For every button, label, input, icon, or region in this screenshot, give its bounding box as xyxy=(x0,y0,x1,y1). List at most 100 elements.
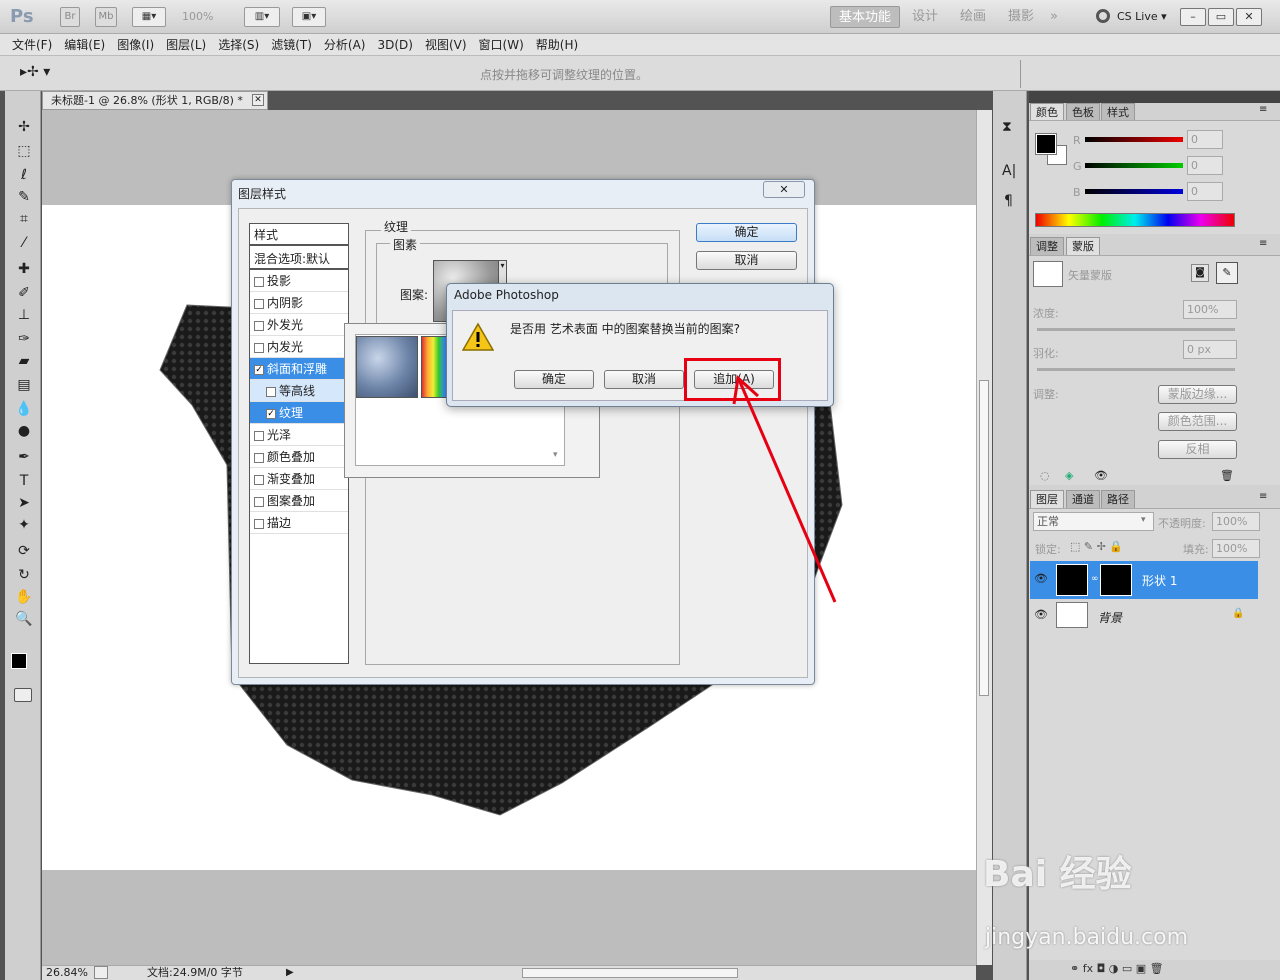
launch-bridge-button[interactable]: Br xyxy=(60,7,80,27)
tab-masks[interactable]: 蒙版 xyxy=(1066,237,1100,255)
marquee-tool-icon[interactable]: ⬚ xyxy=(14,141,34,161)
history-panel-icon[interactable]: ⧗ xyxy=(1002,119,1012,135)
menu-image[interactable]: 图像(I) xyxy=(111,34,160,56)
style-pattern-overlay[interactable]: 图案叠加 xyxy=(250,490,348,512)
paragraph-panel-icon[interactable]: ¶ xyxy=(1004,193,1013,209)
blur-tool-icon[interactable]: 💧 xyxy=(14,399,34,419)
pixel-mask-icon[interactable]: ◙ xyxy=(1191,264,1209,282)
delete-mask-icon[interactable]: 🗑 xyxy=(1220,469,1234,482)
styles-header[interactable]: 样式 xyxy=(250,224,348,246)
menu-file[interactable]: 文件(F) xyxy=(6,34,58,56)
workspace-photography[interactable]: 摄影 xyxy=(1008,6,1034,28)
g-value[interactable]: 0 xyxy=(1187,156,1223,175)
foreground-color-swatch[interactable] xyxy=(11,653,27,669)
layer-name[interactable]: 形状 1 xyxy=(1142,572,1177,589)
quick-mask-icon[interactable] xyxy=(14,688,32,702)
blending-options-item[interactable]: 混合选项:默认 xyxy=(250,248,348,270)
menu-help[interactable]: 帮助(H) xyxy=(530,34,584,56)
workspace-design[interactable]: 设计 xyxy=(912,6,938,28)
menu-analysis[interactable]: 分析(A) xyxy=(318,34,372,56)
custom-shape-tool-icon[interactable]: ✦ xyxy=(14,515,34,535)
checkbox[interactable] xyxy=(254,298,264,309)
more-workspaces-button[interactable]: » xyxy=(1050,6,1058,28)
checkbox[interactable] xyxy=(254,496,264,507)
zoom-level-combo[interactable]: 100% xyxy=(182,10,213,23)
style-texture[interactable]: ✓ 纹理 xyxy=(250,402,348,424)
menu-3d[interactable]: 3D(D) xyxy=(371,34,418,56)
pen-tool-icon[interactable]: ✒ xyxy=(14,447,34,467)
alert-cancel-button[interactable]: 取消 xyxy=(604,370,684,389)
checkbox[interactable] xyxy=(266,386,276,397)
menu-filter[interactable]: 滤镜(T) xyxy=(265,34,318,56)
checkbox-checked[interactable]: ✓ xyxy=(266,408,276,419)
healing-brush-tool-icon[interactable]: ✚ xyxy=(14,259,34,279)
workspace-painting[interactable]: 绘画 xyxy=(960,6,986,28)
layer-row-shape1[interactable]: 👁 ∞ 形状 1 xyxy=(1030,561,1258,599)
checkbox-checked[interactable]: ✓ xyxy=(254,364,264,375)
checkbox[interactable] xyxy=(254,452,264,463)
g-slider[interactable] xyxy=(1085,163,1183,168)
lock-icons[interactable]: ⬚ ✎ ✢ 🔒 xyxy=(1070,540,1123,553)
visibility-eye-icon[interactable]: 👁 xyxy=(1034,608,1048,621)
lasso-tool-icon[interactable]: ℓ xyxy=(14,165,34,185)
picker-scroll-down-icon[interactable]: ▾ xyxy=(553,450,558,460)
dodge-tool-icon[interactable]: ● xyxy=(14,421,34,441)
minimize-button[interactable]: – xyxy=(1180,8,1206,26)
close-document-icon[interactable]: ✕ xyxy=(252,94,264,106)
layer-style-close-button[interactable]: ✕ xyxy=(763,181,805,198)
checkbox[interactable] xyxy=(254,518,264,529)
layers-footer-icons[interactable]: ⚭ fx ◘ ◑ ▭ ▣ 🗑 xyxy=(1070,962,1164,975)
pattern-bubbles-thumb[interactable] xyxy=(356,336,418,398)
menu-edit[interactable]: 编辑(E) xyxy=(58,34,111,56)
layer-row-background[interactable]: 👁 背景 🔒 xyxy=(1030,599,1258,637)
tab-color[interactable]: 颜色 xyxy=(1030,103,1064,121)
checkbox[interactable] xyxy=(254,276,264,287)
move-tool-icon[interactable]: ✢ xyxy=(14,117,34,137)
style-inner-shadow[interactable]: 内阴影 xyxy=(250,292,348,314)
b-value[interactable]: 0 xyxy=(1187,182,1223,201)
character-panel-icon[interactable]: A| xyxy=(1002,163,1016,179)
menu-layer[interactable]: 图层(L) xyxy=(160,34,212,56)
layer-style-cancel-button[interactable]: 取消 xyxy=(696,251,797,270)
view-extras-button[interactable]: ▦▾ xyxy=(132,7,166,27)
style-bevel-emboss[interactable]: ✓ 斜面和浮雕 xyxy=(250,358,348,380)
cs-live-menu[interactable]: CS Live ▾ xyxy=(1117,10,1167,23)
move-tool-preset-picker[interactable]: ▸✢ ▾ xyxy=(20,64,50,80)
layer-name[interactable]: 背景 xyxy=(1098,609,1122,626)
opacity-value[interactable]: 100% xyxy=(1212,512,1260,531)
hand-tool-icon[interactable]: ✋ xyxy=(14,587,34,607)
clone-stamp-tool-icon[interactable]: ⊥ xyxy=(14,305,34,325)
gradient-tool-icon[interactable]: ▤ xyxy=(14,375,34,395)
checkbox[interactable] xyxy=(254,320,264,331)
tab-layers[interactable]: 图层 xyxy=(1030,490,1064,508)
checkbox[interactable] xyxy=(254,474,264,485)
masks-panel-menu-icon[interactable]: ≡ xyxy=(1259,238,1267,249)
layers-panel-menu-icon[interactable]: ≡ xyxy=(1259,491,1267,502)
feather-slider[interactable] xyxy=(1037,368,1235,371)
brush-tool-icon[interactable]: ✐ xyxy=(14,283,34,303)
feather-value[interactable]: 0 px xyxy=(1183,340,1237,359)
b-slider[interactable] xyxy=(1085,189,1183,194)
r-value[interactable]: 0 xyxy=(1187,130,1223,149)
visibility-eye-icon[interactable]: 👁 xyxy=(1034,572,1048,585)
eraser-tool-icon[interactable]: ▰ xyxy=(14,351,34,371)
mask-visibility-icon[interactable]: 👁 xyxy=(1094,469,1108,482)
blend-mode-select[interactable]: 正常 xyxy=(1033,512,1154,531)
quick-select-tool-icon[interactable]: ✎ xyxy=(14,187,34,207)
style-drop-shadow[interactable]: 投影 xyxy=(250,270,348,292)
history-brush-tool-icon[interactable]: ✑ xyxy=(14,329,34,349)
checkbox[interactable] xyxy=(254,430,264,441)
color-panel-menu-icon[interactable]: ≡ xyxy=(1259,104,1267,115)
style-satin[interactable]: 光泽 xyxy=(250,424,348,446)
horizontal-scroll-thumb[interactable] xyxy=(522,968,738,978)
density-slider[interactable] xyxy=(1037,328,1235,331)
maximize-button[interactable]: ▭ xyxy=(1208,8,1234,26)
tab-channels[interactable]: 通道 xyxy=(1066,490,1100,508)
load-selection-icon[interactable]: ◌ xyxy=(1040,469,1050,482)
vector-mask-pen-icon[interactable]: ✎ xyxy=(1216,262,1238,284)
fill-value[interactable]: 100% xyxy=(1212,539,1260,558)
crop-tool-icon[interactable]: ⌗ xyxy=(14,209,34,229)
tab-adjustments[interactable]: 调整 xyxy=(1030,237,1064,255)
alert-ok-button[interactable]: 确定 xyxy=(514,370,594,389)
launch-mini-bridge-button[interactable]: Mb xyxy=(95,7,117,27)
